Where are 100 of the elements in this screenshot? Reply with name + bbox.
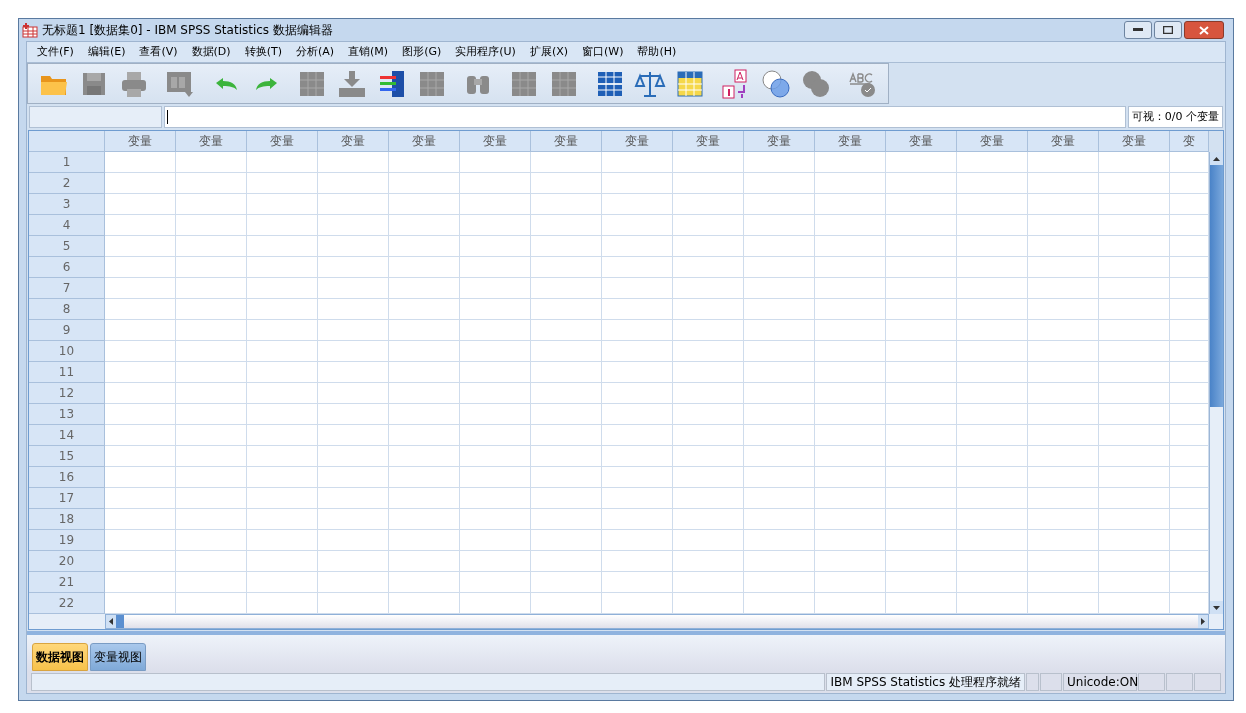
data-cell[interactable]: [1028, 173, 1099, 194]
data-cell[interactable]: [389, 320, 460, 341]
data-cell[interactable]: [318, 530, 389, 551]
data-cell[interactable]: [105, 194, 176, 215]
data-cell[interactable]: [247, 362, 318, 383]
menu-item[interactable]: 窗口(W): [576, 43, 630, 61]
data-cell[interactable]: [1099, 572, 1170, 593]
data-cell[interactable]: [176, 236, 247, 257]
data-cell[interactable]: [105, 236, 176, 257]
data-cell[interactable]: [1028, 278, 1099, 299]
view-tab[interactable]: 数据视图: [32, 643, 88, 671]
data-cell[interactable]: [389, 362, 460, 383]
data-cell[interactable]: [318, 425, 389, 446]
data-cell[interactable]: [1028, 404, 1099, 425]
column-header[interactable]: 变量: [815, 131, 886, 152]
data-cell[interactable]: [957, 467, 1028, 488]
grid-corner[interactable]: [29, 131, 105, 152]
data-cell[interactable]: [1099, 173, 1170, 194]
data-cell[interactable]: [318, 215, 389, 236]
data-cell[interactable]: [815, 278, 886, 299]
column-header[interactable]: 变: [1170, 131, 1209, 152]
data-cell[interactable]: [105, 173, 176, 194]
data-cell[interactable]: [247, 278, 318, 299]
row-header[interactable]: 14: [29, 425, 105, 446]
data-cell[interactable]: [602, 152, 673, 173]
data-cell[interactable]: [602, 257, 673, 278]
data-cell[interactable]: [460, 257, 531, 278]
data-cell[interactable]: [815, 530, 886, 551]
data-cell[interactable]: [602, 446, 673, 467]
data-cell[interactable]: [389, 467, 460, 488]
data-cell[interactable]: [531, 257, 602, 278]
data-cell[interactable]: [247, 341, 318, 362]
row-header[interactable]: 20: [29, 551, 105, 572]
column-header[interactable]: 变量: [176, 131, 247, 152]
data-cell[interactable]: [531, 278, 602, 299]
data-cell[interactable]: [744, 299, 815, 320]
data-cell[interactable]: [318, 404, 389, 425]
column-header[interactable]: 变量: [744, 131, 815, 152]
data-cell[interactable]: [1028, 551, 1099, 572]
data-cell[interactable]: [815, 467, 886, 488]
data-cell[interactable]: [744, 572, 815, 593]
row-header[interactable]: 13: [29, 404, 105, 425]
data-cell[interactable]: [531, 509, 602, 530]
data-cell[interactable]: [176, 467, 247, 488]
data-cell[interactable]: [176, 299, 247, 320]
data-cell[interactable]: [602, 551, 673, 572]
horizontal-scrollbar[interactable]: [105, 614, 1209, 629]
circles-icon[interactable]: [760, 67, 792, 100]
scrollbar-thumb[interactable]: [1210, 165, 1223, 407]
data-cell[interactable]: [1099, 341, 1170, 362]
data-cell[interactable]: [531, 236, 602, 257]
row-header[interactable]: 16: [29, 467, 105, 488]
data-cell[interactable]: [460, 299, 531, 320]
data-cell[interactable]: [176, 530, 247, 551]
data-cell[interactable]: [815, 488, 886, 509]
column-header[interactable]: 变量: [1099, 131, 1170, 152]
data-cell[interactable]: [744, 509, 815, 530]
data-cell[interactable]: [389, 236, 460, 257]
data-cell[interactable]: [105, 551, 176, 572]
data-cell[interactable]: [531, 152, 602, 173]
data-cell[interactable]: [673, 320, 744, 341]
data-cell[interactable]: [389, 173, 460, 194]
data-cell[interactable]: [1099, 362, 1170, 383]
data-cell[interactable]: [176, 488, 247, 509]
data-cell[interactable]: [602, 467, 673, 488]
data-cell[interactable]: [957, 530, 1028, 551]
menu-item[interactable]: 查看(V): [133, 43, 184, 61]
data-cell[interactable]: [744, 278, 815, 299]
data-cell[interactable]: [886, 320, 957, 341]
data-cell[interactable]: [673, 530, 744, 551]
data-cell[interactable]: [673, 551, 744, 572]
data-cell[interactable]: [1099, 383, 1170, 404]
data-cell[interactable]: [247, 404, 318, 425]
data-cell[interactable]: [673, 236, 744, 257]
data-cell[interactable]: [105, 383, 176, 404]
data-cell[interactable]: [815, 215, 886, 236]
data-cell[interactable]: [460, 152, 531, 173]
data-cell[interactable]: [1028, 362, 1099, 383]
row-header[interactable]: 18: [29, 509, 105, 530]
data-cell[interactable]: [673, 488, 744, 509]
data-cell[interactable]: [460, 446, 531, 467]
data-cell[interactable]: [886, 341, 957, 362]
data-cell[interactable]: [602, 572, 673, 593]
data-cell[interactable]: [531, 194, 602, 215]
data-cell[interactable]: [247, 425, 318, 446]
data-cell[interactable]: [744, 152, 815, 173]
data-cell[interactable]: [1099, 446, 1170, 467]
data-cell[interactable]: [105, 446, 176, 467]
data-cell[interactable]: [105, 425, 176, 446]
column-header[interactable]: 变量: [318, 131, 389, 152]
data-cell[interactable]: [744, 488, 815, 509]
data-cell[interactable]: [318, 194, 389, 215]
data-cell[interactable]: [247, 236, 318, 257]
data-cell[interactable]: [531, 341, 602, 362]
data-cell[interactable]: [247, 299, 318, 320]
data-cell[interactable]: [1028, 320, 1099, 341]
data-cell[interactable]: [957, 383, 1028, 404]
data-cell[interactable]: [1028, 194, 1099, 215]
data-cell[interactable]: [1099, 509, 1170, 530]
data-cell[interactable]: [1099, 425, 1170, 446]
